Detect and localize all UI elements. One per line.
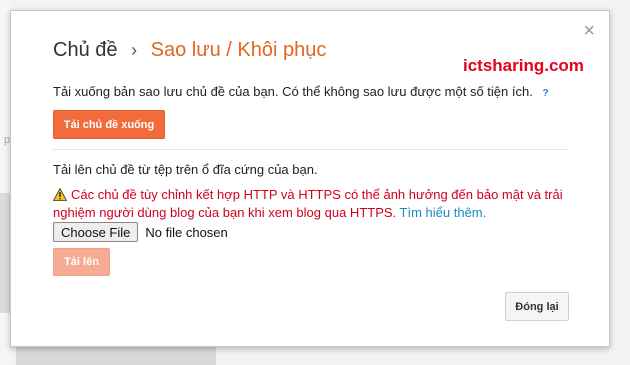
download-theme-button[interactable]: Tải chủ đề xuống bbox=[53, 110, 165, 139]
breadcrumb-parent[interactable]: Chủ đề bbox=[53, 39, 118, 61]
section-divider bbox=[53, 149, 569, 150]
close-icon[interactable]: × bbox=[583, 21, 595, 41]
breadcrumb-separator-icon: › bbox=[131, 40, 138, 60]
background-footer-block bbox=[16, 346, 216, 365]
upload-button[interactable]: Tải lên bbox=[53, 248, 110, 276]
file-picker: Choose File No file chosen bbox=[53, 222, 228, 242]
watermark: ictsharing.com bbox=[463, 56, 584, 75]
close-button[interactable]: Đóng lại bbox=[505, 292, 569, 321]
choose-file-button[interactable]: Choose File bbox=[53, 222, 139, 242]
warning-icon bbox=[53, 188, 67, 201]
upload-description: Tải lên chủ đề từ tệp trên ổ đĩa cứng củ… bbox=[53, 162, 318, 177]
background-bar bbox=[0, 193, 10, 313]
download-description: Tải xuống bản sao lưu chủ đề của bạn. Có… bbox=[53, 84, 549, 99]
file-status: No file chosen bbox=[145, 224, 228, 240]
mixed-content-warning: Các chủ đề tùy chỉnh kết hợp HTTP và HTT… bbox=[53, 186, 573, 222]
breadcrumb-current: Sao lưu / Khôi phục bbox=[150, 39, 327, 61]
dialog-title: Chủ đề › Sao lưu / Khôi phục bbox=[53, 39, 326, 62]
learn-more-link[interactable]: Tìm hiểu thêm. bbox=[400, 205, 487, 220]
download-description-text: Tải xuống bản sao lưu chủ đề của bạn. Có… bbox=[53, 84, 533, 99]
help-icon[interactable]: ? bbox=[542, 88, 548, 99]
backup-restore-dialog: × Chủ đề › Sao lưu / Khôi phục ictsharin… bbox=[10, 10, 610, 347]
